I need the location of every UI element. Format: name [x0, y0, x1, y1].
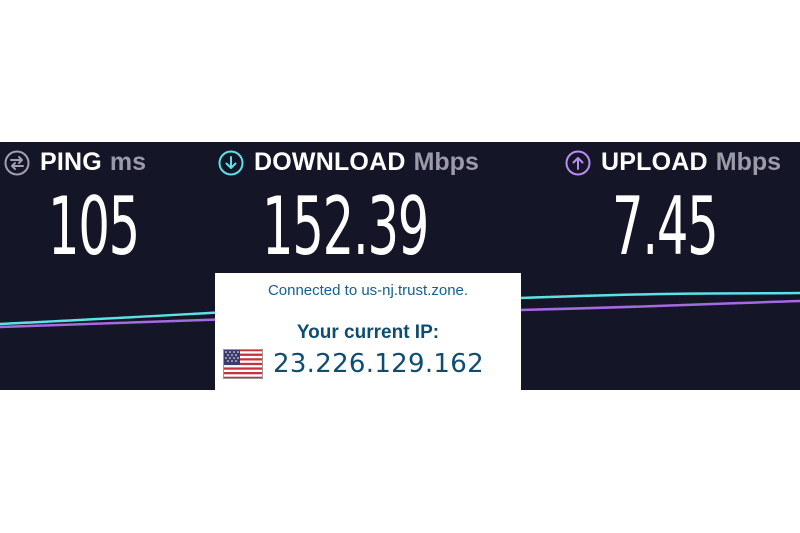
us-flag-icon	[223, 349, 263, 379]
ip-address-value: 23.226.129.162	[273, 349, 484, 379]
ip-label: Your current IP:	[296, 322, 440, 343]
ip-row: 23.226.129.162	[223, 349, 484, 379]
connected-server-text: Connected to us-nj.trust.zone.	[267, 282, 469, 299]
connection-card: Connected to us-nj.trust.zone. Your curr…	[215, 273, 521, 390]
